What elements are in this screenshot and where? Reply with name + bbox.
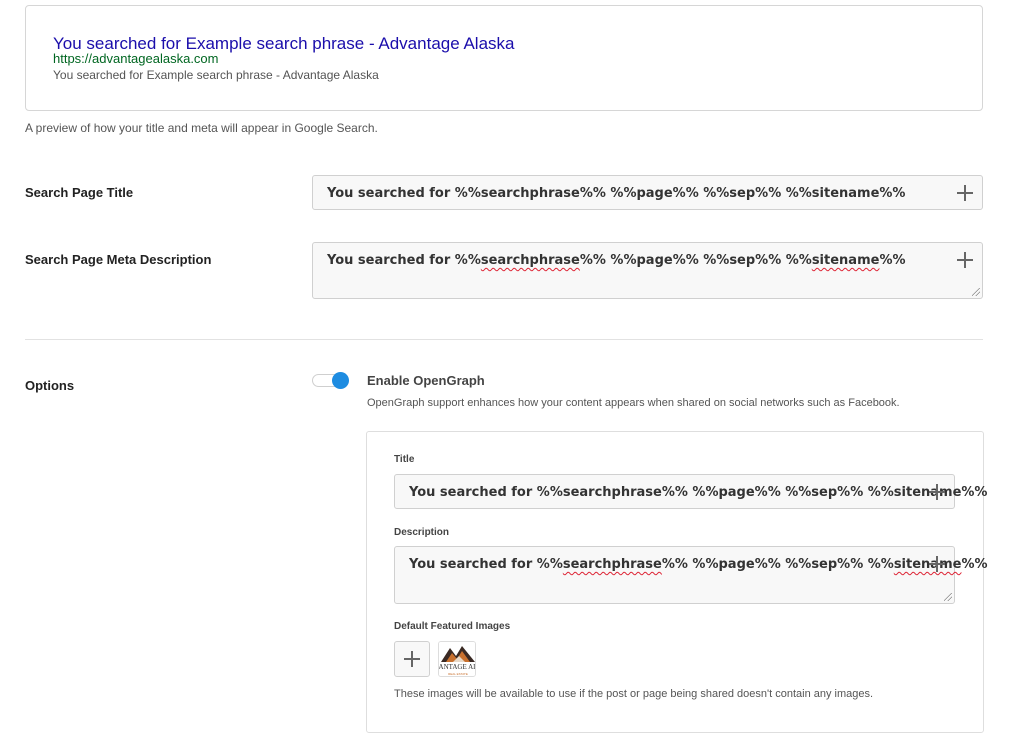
add-variable-icon[interactable] <box>929 556 945 572</box>
search-page-title-value: You searched for %%searchphrase%% %%page… <box>327 186 906 201</box>
search-page-meta-textarea[interactable]: You searched for %%searchphrase%% %%page… <box>312 242 983 299</box>
preview-help-text: A preview of how your title and meta wil… <box>25 121 378 135</box>
preview-description: You searched for Example search phrase -… <box>53 68 379 82</box>
og-title-value: You searched for %%searchphrase%% %%page… <box>409 485 988 500</box>
og-description-textarea[interactable]: You searched for %%searchphrase%% %%page… <box>394 546 988 604</box>
plus-icon <box>404 651 420 667</box>
search-preview-box: You searched for Example search phrase -… <box>25 5 983 111</box>
search-page-title-input[interactable]: You searched for %%searchphrase%% %%page… <box>312 175 983 210</box>
options-label: Options <box>25 378 75 393</box>
svg-text:REAL ESTATE: REAL ESTATE <box>448 672 468 676</box>
featured-image-thumbnail[interactable]: ANTAGE AL REAL ESTATE <box>438 641 476 677</box>
toggle-knob <box>332 372 349 389</box>
og-title-label: Title <box>394 454 415 465</box>
opengraph-label: Enable OpenGraph <box>367 373 485 388</box>
add-variable-icon[interactable] <box>957 185 973 201</box>
add-image-button[interactable] <box>394 641 430 677</box>
advantage-alaska-logo-icon: ANTAGE AL REAL ESTATE <box>439 642 476 676</box>
resize-handle-icon[interactable] <box>944 593 952 601</box>
svg-text:ANTAGE AL: ANTAGE AL <box>439 663 476 671</box>
search-page-meta-value: You searched for %%searchphrase%% %%page… <box>327 253 906 268</box>
og-title-input[interactable]: You searched for %%searchphrase%% %%page… <box>394 474 987 509</box>
opengraph-toggle[interactable] <box>312 372 349 389</box>
opengraph-help-text: OpenGraph support enhances how your cont… <box>367 397 900 409</box>
search-page-meta-label: Search Page Meta Description <box>25 252 212 267</box>
og-description-value: You searched for %%searchphrase%% %%page… <box>409 557 988 572</box>
og-description-label: Description <box>394 527 450 538</box>
section-divider <box>25 339 983 340</box>
preview-url: https://advantagealaska.com <box>53 51 219 66</box>
add-variable-icon[interactable] <box>929 484 945 500</box>
default-images-help-text: These images will be available to use if… <box>394 688 874 700</box>
search-page-title-label: Search Page Title <box>25 185 134 200</box>
add-variable-icon[interactable] <box>957 252 973 268</box>
default-images-label: Default Featured Images <box>394 621 511 632</box>
resize-handle-icon[interactable] <box>972 288 980 296</box>
